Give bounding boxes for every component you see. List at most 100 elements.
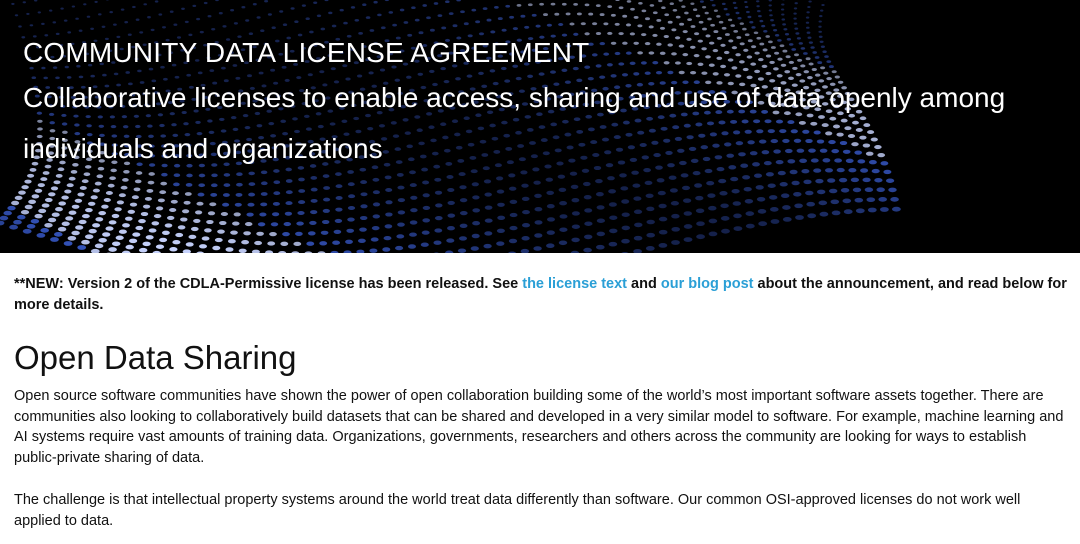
wave-dot xyxy=(610,13,616,17)
wave-dot xyxy=(122,178,129,182)
wave-dot xyxy=(710,23,715,27)
wave-dot xyxy=(227,239,236,244)
wave-dot xyxy=(571,211,580,216)
wave-dot xyxy=(509,212,518,218)
wave-dot xyxy=(742,175,751,180)
wave-dot xyxy=(169,10,174,13)
wave-dot xyxy=(236,182,243,187)
wave-dot xyxy=(94,181,102,186)
wave-dot xyxy=(109,11,113,14)
wave-dot xyxy=(209,202,217,207)
wave-dot xyxy=(484,205,493,210)
wave-dot xyxy=(75,17,79,20)
wave-dot xyxy=(134,179,142,184)
wave-dot xyxy=(345,239,353,244)
wave-dot xyxy=(159,237,168,243)
wave-dot xyxy=(160,181,168,186)
wave-dot xyxy=(245,19,250,22)
wave-dot xyxy=(637,24,643,28)
wave-dot xyxy=(164,223,173,228)
wave-dot xyxy=(113,23,117,26)
wave-dot xyxy=(779,182,788,187)
wave-dot xyxy=(101,204,109,209)
wave-dot xyxy=(111,241,121,247)
wave-dot xyxy=(696,221,705,227)
wave-dot xyxy=(395,245,404,251)
wave-dot xyxy=(67,235,77,241)
blog-post-link[interactable]: our blog post xyxy=(661,276,754,292)
wave-dot xyxy=(588,12,594,16)
wave-dot xyxy=(377,13,382,17)
wave-dot xyxy=(622,14,628,18)
wave-dot xyxy=(215,0,219,2)
wave-dot xyxy=(698,20,704,24)
wave-dot xyxy=(658,203,667,209)
wave-dot xyxy=(756,197,766,202)
wave-dot xyxy=(433,2,439,5)
wave-dot xyxy=(409,183,417,188)
license-text-link[interactable]: the license text xyxy=(522,276,627,292)
wave-dot xyxy=(633,209,643,215)
wave-dot xyxy=(248,192,256,197)
wave-dot xyxy=(607,5,613,8)
wave-dot xyxy=(90,195,98,200)
wave-dot xyxy=(40,228,49,233)
wave-dot xyxy=(737,17,742,20)
wave-dot xyxy=(142,204,151,209)
wave-dot xyxy=(264,0,269,3)
wave-dot xyxy=(609,228,618,234)
wave-dot xyxy=(561,2,567,6)
wave-dot xyxy=(145,235,154,240)
wave-dot xyxy=(433,240,442,245)
wave-dot xyxy=(343,21,348,25)
wave-dot xyxy=(546,204,555,209)
wave-dot xyxy=(534,193,542,199)
wave-dot xyxy=(222,202,230,207)
wave-dot xyxy=(320,27,326,31)
wave-dot xyxy=(554,12,560,16)
wave-dot xyxy=(781,3,785,6)
wave-dot xyxy=(472,208,481,213)
wave-dot xyxy=(211,28,216,31)
wave-dot xyxy=(735,11,740,15)
wave-dot xyxy=(347,182,355,187)
wave-dot xyxy=(753,173,763,178)
wave-dot xyxy=(596,244,605,250)
wave-dot xyxy=(47,217,57,223)
wave-dot xyxy=(50,186,59,191)
wave-dot xyxy=(545,177,554,182)
wave-dot xyxy=(671,28,677,32)
wave-dot xyxy=(645,246,655,251)
wave-dot xyxy=(96,174,104,179)
wave-dot xyxy=(818,25,822,28)
wave-dot xyxy=(768,9,773,12)
notice-prefix: **NEW: Version 2 of the CDLA-Permissive … xyxy=(14,276,523,292)
wave-dot xyxy=(744,0,748,4)
wave-dot xyxy=(251,249,260,253)
wave-dot xyxy=(571,198,580,203)
wave-dot xyxy=(550,2,556,6)
wave-dot xyxy=(471,182,479,187)
wave-dot xyxy=(757,209,767,214)
wave-dot xyxy=(339,8,344,12)
wave-dot xyxy=(61,195,69,200)
wave-dot xyxy=(707,17,712,21)
wave-dot xyxy=(692,8,698,11)
wave-dot xyxy=(248,182,256,186)
wave-dot xyxy=(319,241,328,246)
wave-dot xyxy=(463,22,469,26)
wave-dot xyxy=(147,16,151,19)
wave-dot xyxy=(34,188,43,193)
wave-dot xyxy=(843,209,853,215)
wave-dot xyxy=(880,207,889,212)
wave-dot xyxy=(7,205,16,211)
wave-dot xyxy=(644,180,653,186)
wave-dot xyxy=(63,241,73,246)
wave-dot xyxy=(447,226,455,231)
wave-dot xyxy=(260,192,268,196)
wave-dot xyxy=(347,217,355,222)
wave-dot xyxy=(79,186,87,190)
wave-dot xyxy=(372,177,380,182)
wave-dot xyxy=(633,249,642,253)
wave-dot xyxy=(135,18,140,21)
